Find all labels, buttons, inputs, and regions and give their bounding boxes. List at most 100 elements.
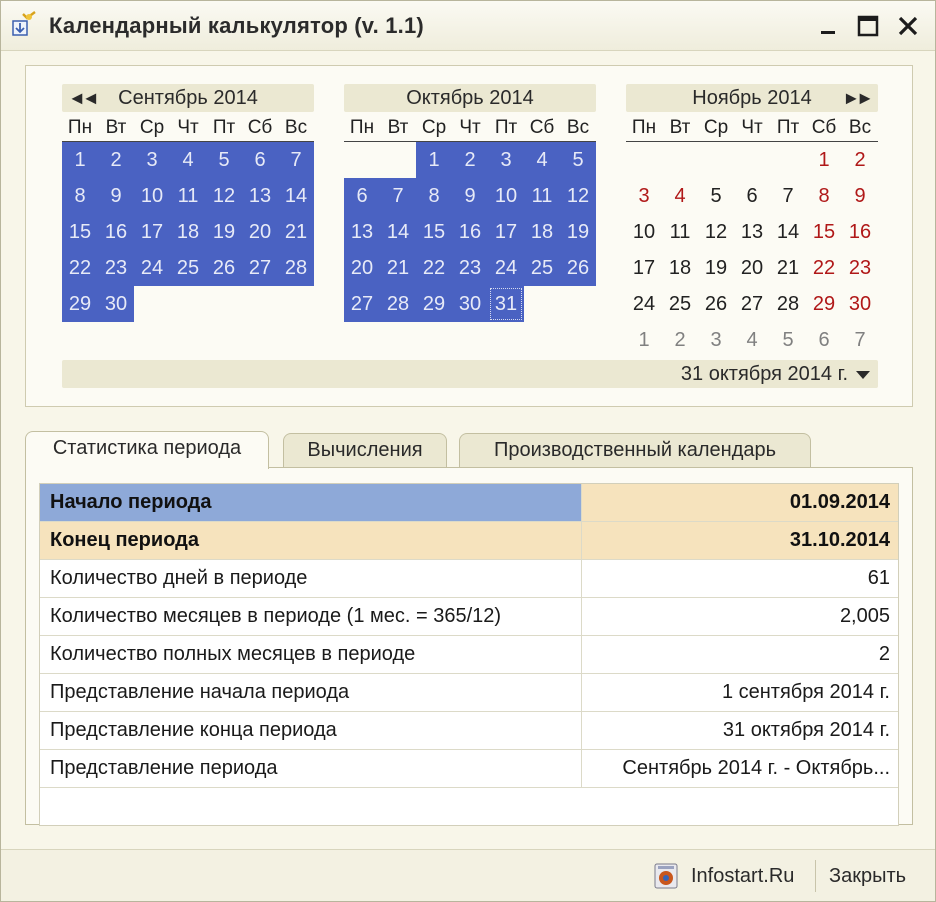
calendar-day[interactable]: 4 [524,142,560,178]
calendar-day[interactable]: 11 [170,178,206,214]
calendar-day[interactable]: 24 [134,250,170,286]
calendar-day[interactable]: 2 [452,142,488,178]
calendar-day[interactable]: 16 [452,214,488,250]
calendar-day[interactable]: 24 [626,286,662,322]
minimize-icon[interactable] [813,11,843,41]
calendar-day[interactable]: 7 [278,142,314,178]
calendar-day[interactable]: 23 [452,250,488,286]
calendar-day[interactable]: 7 [380,178,416,214]
calendar-day[interactable]: 8 [416,178,452,214]
calendar-day[interactable]: 4 [662,178,698,214]
calendar-day[interactable]: 27 [344,286,380,322]
calendar-day[interactable]: 19 [698,250,734,286]
calendar-day[interactable]: 25 [662,286,698,322]
tab-calculations[interactable]: Вычисления [283,433,447,467]
calendar-day[interactable]: 13 [734,214,770,250]
calendar-day[interactable]: 4 [170,142,206,178]
close-icon[interactable] [893,11,923,41]
dropdown-arrow-icon[interactable] [854,369,872,381]
calendar-day[interactable]: 12 [560,178,596,214]
calendar-day[interactable]: 10 [488,178,524,214]
calendar-day[interactable]: 18 [662,250,698,286]
calendar-day[interactable]: 3 [488,142,524,178]
table-row[interactable]: Количество полных месяцев в периоде 2 [40,636,898,674]
calendar-day[interactable]: 21 [380,250,416,286]
calendar-day[interactable]: 1 [416,142,452,178]
close-button[interactable]: Закрыть [829,856,925,896]
row-value[interactable]: 01.09.2014 [582,484,898,521]
calendar-day[interactable]: 20 [734,250,770,286]
table-row[interactable]: Конец периода 31.10.2014 [40,522,898,560]
calendar-day[interactable]: 9 [98,178,134,214]
calendar-day[interactable]: 1 [806,142,842,178]
calendar-day[interactable]: 22 [62,250,98,286]
calendar-day[interactable]: 7 [842,322,878,358]
calendar-day[interactable]: 28 [770,286,806,322]
calendar-day[interactable]: 6 [806,322,842,358]
calendar-day[interactable]: 4 [734,322,770,358]
calendar-day[interactable]: 2 [98,142,134,178]
calendar-day[interactable]: 3 [134,142,170,178]
calendar-day[interactable]: 22 [416,250,452,286]
calendar-day[interactable]: 11 [662,214,698,250]
calendar-day[interactable]: 25 [524,250,560,286]
table-row[interactable]: Количество дней в периоде 61 [40,560,898,598]
calendar-day[interactable]: 20 [242,214,278,250]
calendar-day[interactable]: 15 [416,214,452,250]
table-row[interactable]: Представление периода Сентябрь 2014 г. -… [40,750,898,788]
calendar-day[interactable]: 5 [770,322,806,358]
calendar-day[interactable]: 8 [62,178,98,214]
calendar-day[interactable]: 9 [452,178,488,214]
table-row[interactable]: Представление конца периода 31 октября 2… [40,712,898,750]
calendar-day[interactable]: 15 [62,214,98,250]
calendar-day[interactable]: 13 [242,178,278,214]
table-row[interactable]: Начало периода 01.09.2014 [40,484,898,522]
calendar-day[interactable]: 25 [170,250,206,286]
tab-production-calendar[interactable]: Производственный календарь [459,433,811,467]
calendar-day[interactable]: 11 [524,178,560,214]
calendar-day[interactable]: 13 [344,214,380,250]
selected-date-field[interactable]: 31 октября 2014 г. [62,360,878,388]
calendar-day[interactable]: 17 [626,250,662,286]
calendar-day[interactable]: 17 [488,214,524,250]
calendar-day[interactable]: 10 [626,214,662,250]
table-row[interactable]: Представление начала периода 1 сентября … [40,674,898,712]
calendar-day[interactable]: 17 [134,214,170,250]
calendar-day[interactable]: 2 [842,142,878,178]
calendar-day[interactable]: 5 [560,142,596,178]
calendar-day[interactable]: 15 [806,214,842,250]
calendar-day[interactable]: 6 [734,178,770,214]
calendar-day[interactable]: 28 [278,250,314,286]
table-row[interactable]: Количество месяцев в периоде (1 мес. = 3… [40,598,898,636]
calendar-day[interactable]: 6 [242,142,278,178]
calendar-day[interactable]: 19 [560,214,596,250]
calendar-day[interactable]: 5 [206,142,242,178]
calendar-day[interactable]: 30 [452,286,488,322]
calendar-day[interactable]: 26 [698,286,734,322]
calendar-day[interactable]: 7 [770,178,806,214]
prev-month-icon[interactable]: ◄◄ [68,84,100,112]
calendar-day[interactable]: 9 [842,178,878,214]
calendar-day[interactable]: 2 [662,322,698,358]
calendar-day[interactable]: 28 [380,286,416,322]
calendar-day[interactable]: 30 [98,286,134,322]
calendar-day[interactable]: 12 [206,178,242,214]
calendar-day[interactable]: 27 [242,250,278,286]
calendar-day[interactable]: 18 [170,214,206,250]
calendar-day[interactable]: 14 [770,214,806,250]
calendar-day[interactable]: 14 [380,214,416,250]
calendar-day[interactable]: 27 [734,286,770,322]
calendar-day[interactable]: 29 [806,286,842,322]
calendar-day[interactable]: 3 [626,178,662,214]
tab-period-statistics[interactable]: Статистика периода [25,431,269,469]
calendar-day[interactable]: 10 [134,178,170,214]
maximize-icon[interactable] [853,11,883,41]
calendar-day[interactable]: 23 [98,250,134,286]
calendar-day[interactable]: 1 [626,322,662,358]
calendar-day[interactable]: 26 [560,250,596,286]
infostart-button[interactable]: Infostart.Ru [653,856,811,896]
calendar-day[interactable]: 8 [806,178,842,214]
next-month-icon[interactable]: ►► [842,84,874,112]
calendar-day[interactable]: 31 [488,286,524,322]
calendar-day[interactable]: 20 [344,250,380,286]
